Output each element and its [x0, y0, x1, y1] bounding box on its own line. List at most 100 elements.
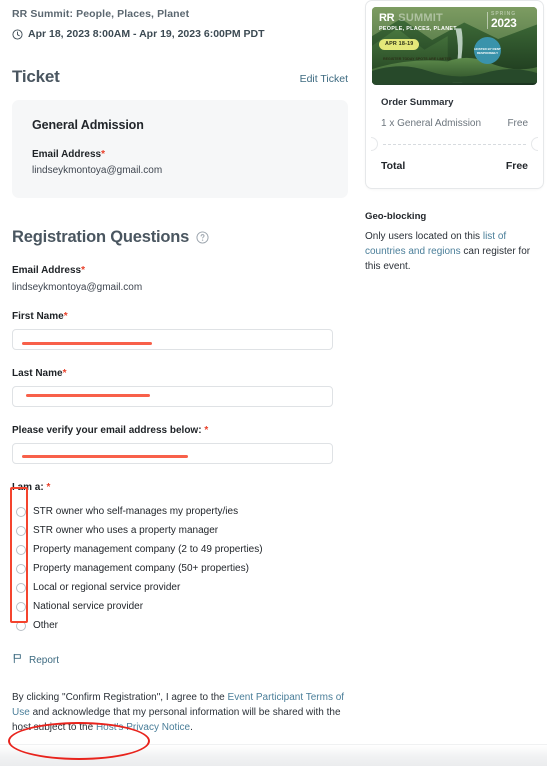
banner-year: 2023: [491, 16, 517, 30]
question-label: Please verify your email address below: …: [12, 425, 348, 436]
registration-page: RR Summit: People, Places, Planet Apr 18…: [0, 0, 547, 766]
banner-divider: [487, 12, 488, 29]
ticket-section-header: Ticket Edit Ticket: [12, 67, 348, 87]
registration-heading: Registration Questions: [12, 228, 190, 246]
required-asterisk: *: [81, 265, 86, 276]
banner-logo-block: RR SUMMIT PEOPLE, PLACES, PLANET APR 18-…: [379, 13, 491, 68]
radio-option-label: Property management company (2 to 49 pro…: [33, 544, 263, 555]
radio-option-label: Other: [33, 620, 59, 631]
required-asterisk: *: [62, 368, 67, 379]
ticket-card: General Admission Email Address* lindsey…: [12, 100, 348, 198]
banner-pill-sub: REGISTER TODAY SPOTS ARE LIMITED: [383, 56, 452, 61]
banner-logo-line: RR SUMMIT: [379, 13, 491, 24]
radio-option[interactable]: Other: [12, 616, 348, 635]
report-link[interactable]: Report: [12, 651, 348, 669]
radio-circle-icon[interactable]: [16, 582, 26, 593]
radio-option[interactable]: National service provider: [12, 597, 348, 616]
radio-group-i-am-a: STR owner who self-manages my property/i…: [12, 502, 348, 635]
event-date-text: Apr 18, 2023 8:00AM - Apr 19, 2023 6:00P…: [28, 28, 265, 40]
geo-blocking-section: Geo-blocking Only users located on this …: [365, 211, 544, 274]
question-label: First Name*: [12, 311, 348, 322]
dashed-divider: [383, 144, 526, 145]
order-line-item-name: 1 x General Admission: [381, 118, 482, 129]
radio-option[interactable]: STR owner who self-manages my property/i…: [12, 502, 348, 521]
question-label-text: Please verify your email address below:: [12, 425, 202, 436]
required-asterisk: *: [63, 311, 68, 322]
geo-blocking-text: Only users located on this list of count…: [365, 229, 544, 274]
ticket-email-value: lindseykmontoya@gmail.com: [32, 165, 163, 176]
radio-option[interactable]: Property management company (2 to 49 pro…: [12, 540, 348, 559]
question-email-value: lindseykmontoya@gmail.com: [12, 282, 143, 293]
event-title: RR Summit: People, Places, Planet: [12, 8, 190, 20]
question-first-name: First Name*: [12, 311, 348, 350]
last-name-input[interactable]: [12, 386, 333, 407]
question-label: Last Name*: [12, 368, 348, 379]
event-banner-image: RR SUMMIT PEOPLE, PLACES, PLANET APR 18-…: [372, 7, 537, 85]
radio-circle-icon[interactable]: [16, 525, 26, 536]
notch-right: [531, 137, 538, 151]
order-total-row: Total Free: [372, 145, 537, 188]
radio-option[interactable]: Property management company (50+ propert…: [12, 559, 348, 578]
footer-strip: [0, 744, 547, 766]
radio-option-label: STR owner who uses a property manager: [33, 525, 219, 536]
report-label: Report: [29, 654, 60, 666]
notch-left: [371, 137, 378, 151]
order-sidebar: RR SUMMIT PEOPLE, PLACES, PLANET APR 18-…: [365, 0, 544, 274]
order-summary-body: Order Summary 1 x General Admission Free: [372, 85, 537, 144]
question-label-text: Last Name: [12, 368, 63, 379]
question-circle-icon[interactable]: [196, 231, 209, 244]
legal-part-1: By clicking "Confirm Registration", I ag…: [12, 692, 228, 703]
question-label: I am a: *: [12, 482, 348, 493]
question-label-text: Email Address: [12, 265, 82, 276]
legal-text: By clicking "Confirm Registration", I ag…: [12, 690, 349, 735]
ticket-email-label-text: Email Address: [32, 149, 102, 160]
radio-option-label: Local or regional service provider: [33, 582, 181, 593]
question-label-text: I am a:: [12, 482, 44, 493]
radio-option[interactable]: STR owner who uses a property manager: [12, 521, 348, 540]
clock-icon: [12, 28, 23, 40]
geo-blocking-title: Geo-blocking: [365, 211, 427, 222]
ticket-email-label: Email Address*: [32, 149, 328, 160]
ticket-heading: Ticket: [12, 67, 60, 86]
edit-ticket-link[interactable]: Edit Ticket: [300, 73, 348, 85]
question-label: Email Address*: [12, 265, 348, 276]
required-asterisk: *: [101, 149, 106, 160]
flag-icon: [12, 651, 23, 669]
verify-email-input[interactable]: [12, 443, 333, 464]
radio-option-label: Property management company (50+ propert…: [33, 563, 249, 574]
required-asterisk: *: [204, 425, 209, 436]
ticket-perforation: [371, 137, 538, 151]
first-name-input[interactable]: [12, 329, 333, 350]
radio-option-label: STR owner who self-manages my property/i…: [33, 506, 239, 517]
banner-logo-summit: SUMMIT: [398, 12, 443, 24]
required-asterisk: *: [46, 482, 51, 493]
order-summary-title: Order Summary: [381, 97, 454, 108]
registration-questions-header: Registration Questions: [12, 228, 348, 247]
question-email-address: Email Address* lindseykmontoya@gmail.com: [12, 265, 348, 293]
radio-option[interactable]: Local or regional service provider: [12, 578, 348, 597]
geo-text-part-1: Only users located on this: [365, 231, 483, 242]
privacy-notice-link[interactable]: Host's Privacy Notice: [96, 722, 190, 733]
order-total-label: Total: [381, 160, 406, 172]
banner-host-badge: HOSTED BY RENT RESPONSIBLY: [474, 37, 501, 64]
radio-circle-icon[interactable]: [16, 544, 26, 555]
question-i-am-a: I am a: * STR owner who self-manages my …: [12, 482, 348, 635]
question-last-name: Last Name*: [12, 368, 348, 407]
radio-circle-icon[interactable]: [16, 620, 26, 631]
question-label-text: First Name: [12, 311, 64, 322]
ticket-type-title: General Admission: [32, 118, 144, 132]
order-total-price: Free: [505, 160, 528, 172]
order-line-item-row: 1 x General Admission Free: [381, 118, 528, 144]
radio-circle-icon[interactable]: [16, 601, 26, 612]
banner-date-pill: APR 18-19: [379, 38, 420, 50]
legal-part-3: .: [190, 722, 193, 733]
order-summary-card: RR SUMMIT PEOPLE, PLACES, PLANET APR 18-…: [365, 0, 544, 189]
event-date-row: Apr 18, 2023 8:00AM - Apr 19, 2023 6:00P…: [12, 28, 348, 40]
order-line-item-price: Free: [507, 118, 528, 129]
radio-circle-icon[interactable]: [16, 563, 26, 574]
question-verify-email: Please verify your email address below: …: [12, 425, 348, 464]
radio-circle-icon[interactable]: [16, 506, 26, 517]
radio-option-label: National service provider: [33, 601, 144, 612]
main-form-column: RR Summit: People, Places, Planet Apr 18…: [12, 0, 348, 766]
banner-logo-rr: RR: [379, 12, 395, 24]
